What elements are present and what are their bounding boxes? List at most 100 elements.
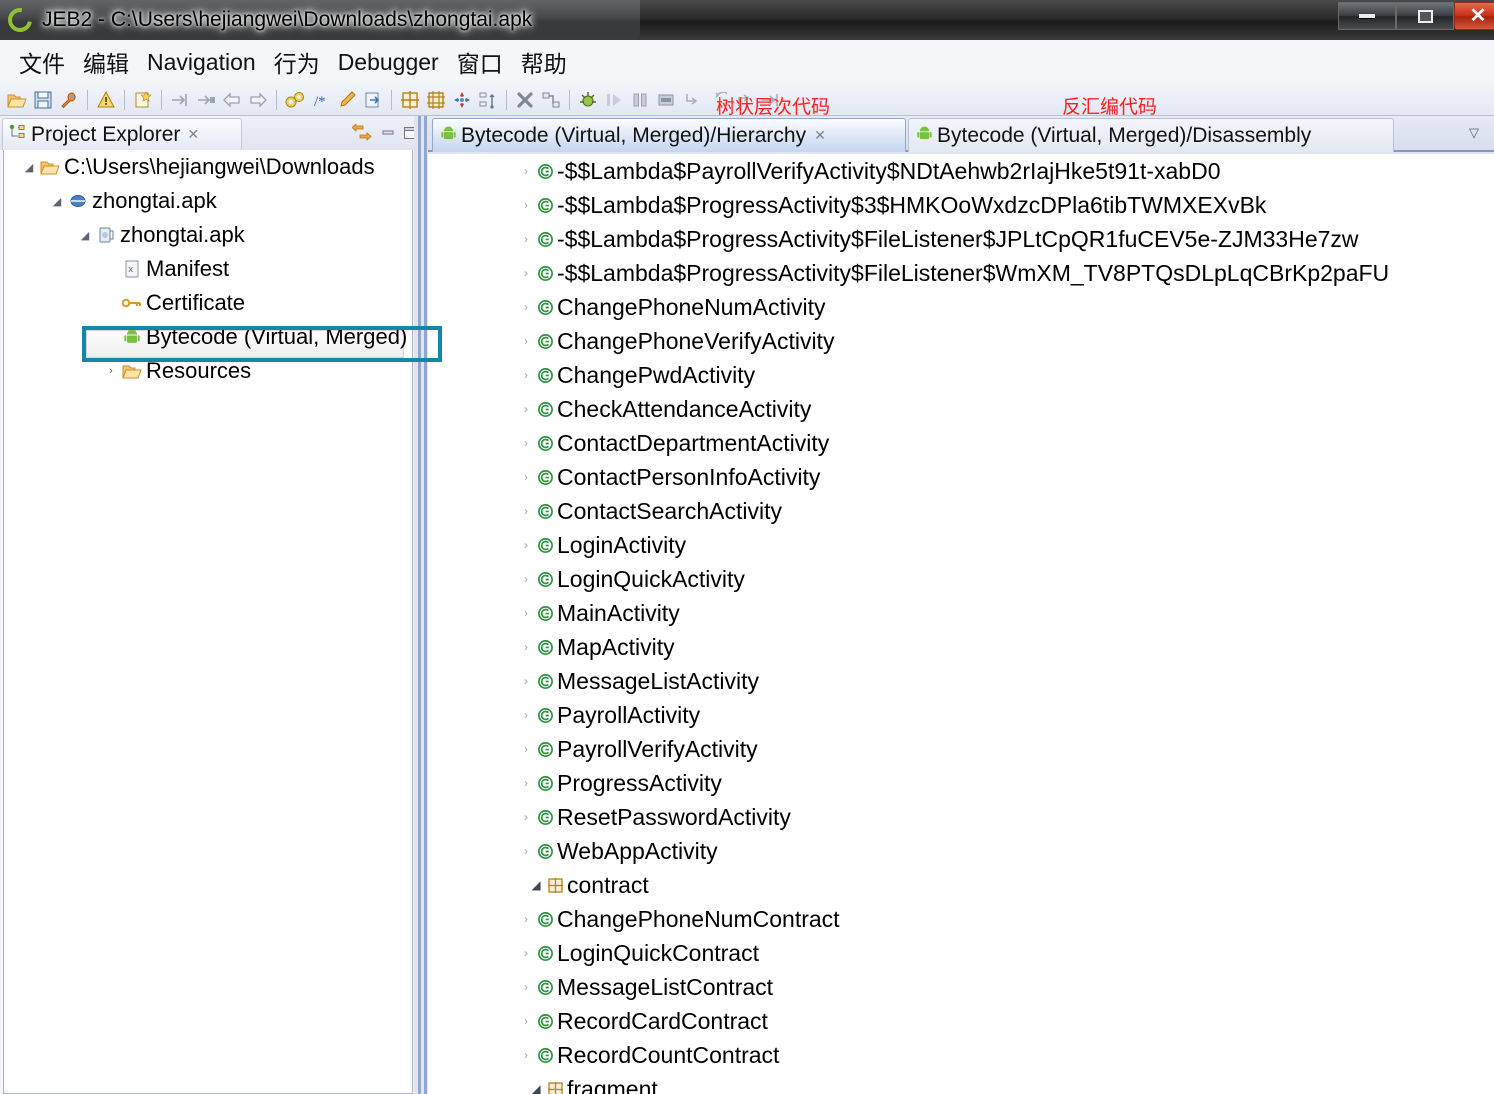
- menu-item-file[interactable]: 文件: [10, 43, 74, 81]
- twisty-icon[interactable]: ◢: [528, 878, 544, 892]
- debug-icon[interactable]: [576, 88, 600, 112]
- hierarchy-row[interactable]: › WebAppActivity: [428, 834, 1494, 868]
- twisty-icon[interactable]: ›: [518, 980, 534, 994]
- hierarchy-row[interactable]: › ChangePhoneNumContract: [428, 902, 1494, 936]
- twisty-icon[interactable]: ›: [518, 844, 534, 858]
- hierarchy-row[interactable]: › ContactDepartmentActivity: [428, 426, 1494, 460]
- menu-item-edit[interactable]: 编辑: [74, 43, 138, 81]
- grid-icon[interactable]: [398, 88, 422, 112]
- twisty-icon[interactable]: ›: [518, 674, 534, 688]
- warning-icon[interactable]: [94, 88, 118, 112]
- twisty-icon[interactable]: ›: [518, 538, 534, 552]
- menu-item-action[interactable]: 行为: [265, 43, 329, 81]
- stop-icon[interactable]: [654, 88, 678, 112]
- hierarchy-row[interactable]: › ChangePhoneVerifyActivity: [428, 324, 1494, 358]
- expand-twisty-icon[interactable]: ◢: [48, 195, 66, 208]
- twisty-icon[interactable]: ›: [518, 572, 534, 586]
- open-folder-icon[interactable]: [5, 88, 29, 112]
- hierarchy-row[interactable]: › ResetPasswordActivity: [428, 800, 1494, 834]
- tree-item-apk-project[interactable]: ◢ zhongtai.apk: [4, 184, 412, 218]
- twisty-icon[interactable]: ›: [518, 300, 534, 314]
- tree-item-downloads-folder[interactable]: ◢ C:\Users\hejiangwei\Downloads: [4, 150, 412, 184]
- step-over-icon[interactable]: [194, 88, 218, 112]
- gears-icon[interactable]: [283, 88, 307, 112]
- hierarchy-row[interactable]: › MessageListActivity: [428, 664, 1494, 698]
- minimize-button[interactable]: [1338, 2, 1396, 30]
- hierarchy-row[interactable]: › MapActivity: [428, 630, 1494, 664]
- hierarchy-row[interactable]: › -$$Lambda$ProgressActivity$FileListene…: [428, 222, 1494, 256]
- navigate-icon[interactable]: [450, 88, 474, 112]
- hierarchy-row[interactable]: › -$$Lambda$ProgressActivity$FileListene…: [428, 256, 1494, 290]
- expand-twisty-icon[interactable]: ◢: [20, 161, 38, 174]
- close-icon[interactable]: ✕: [187, 126, 199, 143]
- resume-icon[interactable]: [602, 88, 626, 112]
- twisty-icon[interactable]: ›: [518, 436, 534, 450]
- hierarchy-row[interactable]: › RecordCardContract: [428, 1004, 1494, 1038]
- twisty-icon[interactable]: ›: [518, 402, 534, 416]
- twisty-icon[interactable]: ◢: [528, 1082, 544, 1094]
- twisty-icon[interactable]: ›: [518, 640, 534, 654]
- tree-item-apk-unit[interactable]: ◢ zhongtai.apk: [4, 218, 412, 252]
- forward-arrow-icon[interactable]: [246, 88, 270, 112]
- hierarchy-row[interactable]: › ContactPersonInfoActivity: [428, 460, 1494, 494]
- twisty-icon[interactable]: ›: [518, 334, 534, 348]
- hierarchy-tree[interactable]: › -$$Lambda$PayrollVerifyActivity$NDtAeh…: [428, 154, 1494, 1094]
- twisty-icon[interactable]: ›: [518, 1014, 534, 1028]
- hierarchy-row[interactable]: › -$$Lambda$PayrollVerifyActivity$NDtAeh…: [428, 154, 1494, 188]
- tree-item-certificate[interactable]: Certificate: [4, 286, 412, 320]
- twisty-icon[interactable]: ›: [518, 606, 534, 620]
- hierarchy-row[interactable]: › ContactSearchActivity: [428, 494, 1494, 528]
- hierarchy-row[interactable]: › CheckAttendanceActivity: [428, 392, 1494, 426]
- twisty-icon[interactable]: ›: [518, 164, 534, 178]
- hierarchy-row[interactable]: ◢ fragment: [428, 1072, 1494, 1094]
- hierarchy-row[interactable]: › ProgressActivity: [428, 766, 1494, 800]
- export-icon[interactable]: [361, 88, 385, 112]
- hierarchy-row[interactable]: › -$$Lambda$ProgressActivity$3$HMKOoWxdz…: [428, 188, 1494, 222]
- hierarchy-row[interactable]: › LoginQuickActivity: [428, 562, 1494, 596]
- new-document-icon[interactable]: [131, 88, 155, 112]
- tab-project-explorer[interactable]: Project Explorer ✕: [2, 118, 242, 150]
- twisty-icon[interactable]: ›: [518, 266, 534, 280]
- save-icon[interactable]: [31, 88, 55, 112]
- menu-item-help[interactable]: 帮助: [512, 43, 576, 81]
- hierarchy-row[interactable]: › LoginQuickContract: [428, 936, 1494, 970]
- tree-item-bytecode[interactable]: Bytecode (Virtual, Merged): [4, 320, 412, 354]
- collapse-twisty-icon[interactable]: ›: [102, 365, 120, 377]
- twisty-icon[interactable]: ›: [518, 232, 534, 246]
- hierarchy-row[interactable]: › ChangePwdActivity: [428, 358, 1494, 392]
- twisty-icon[interactable]: ›: [518, 810, 534, 824]
- maximize-button[interactable]: [1396, 2, 1454, 30]
- tab-disassembly[interactable]: Bytecode (Virtual, Merged)/Disassembly: [908, 118, 1394, 152]
- comment-icon[interactable]: /*: [309, 88, 333, 112]
- hierarchy-row[interactable]: › PayrollVerifyActivity: [428, 732, 1494, 766]
- close-button[interactable]: ✕: [1454, 2, 1494, 30]
- tree-item-resources[interactable]: › Resources: [4, 354, 412, 388]
- twisty-icon[interactable]: ›: [518, 912, 534, 926]
- close-icon[interactable]: ✕: [814, 127, 826, 144]
- twisty-icon[interactable]: ›: [518, 776, 534, 790]
- grid-alt-icon[interactable]: [424, 88, 448, 112]
- twisty-icon[interactable]: ›: [518, 742, 534, 756]
- rename-pencil-icon[interactable]: [335, 88, 359, 112]
- chevron-down-icon[interactable]: ▽: [1464, 124, 1484, 142]
- menu-item-navigation[interactable]: Navigation: [138, 47, 265, 78]
- expand-twisty-icon[interactable]: ◢: [76, 229, 94, 242]
- hierarchy-row[interactable]: › ChangePhoneNumActivity: [428, 290, 1494, 324]
- step-return-icon[interactable]: [680, 88, 704, 112]
- twisty-icon[interactable]: ›: [518, 946, 534, 960]
- tree-item-manifest[interactable]: x Manifest: [4, 252, 412, 286]
- suspend-icon[interactable]: [628, 88, 652, 112]
- twisty-icon[interactable]: ›: [518, 368, 534, 382]
- back-arrow-icon[interactable]: [220, 88, 244, 112]
- hierarchy-row[interactable]: › PayrollActivity: [428, 698, 1494, 732]
- twisty-icon[interactable]: ›: [518, 1048, 534, 1062]
- twisty-icon[interactable]: ›: [518, 470, 534, 484]
- disconnect-icon[interactable]: [539, 88, 563, 112]
- twisty-icon[interactable]: ›: [518, 198, 534, 212]
- terminate-icon[interactable]: [513, 88, 537, 112]
- twisty-icon[interactable]: ›: [518, 708, 534, 722]
- wrench-icon[interactable]: [57, 88, 81, 112]
- minimize-view-icon[interactable]: [378, 123, 398, 143]
- twisty-icon[interactable]: ›: [518, 504, 534, 518]
- link-editor-icon[interactable]: [352, 123, 372, 143]
